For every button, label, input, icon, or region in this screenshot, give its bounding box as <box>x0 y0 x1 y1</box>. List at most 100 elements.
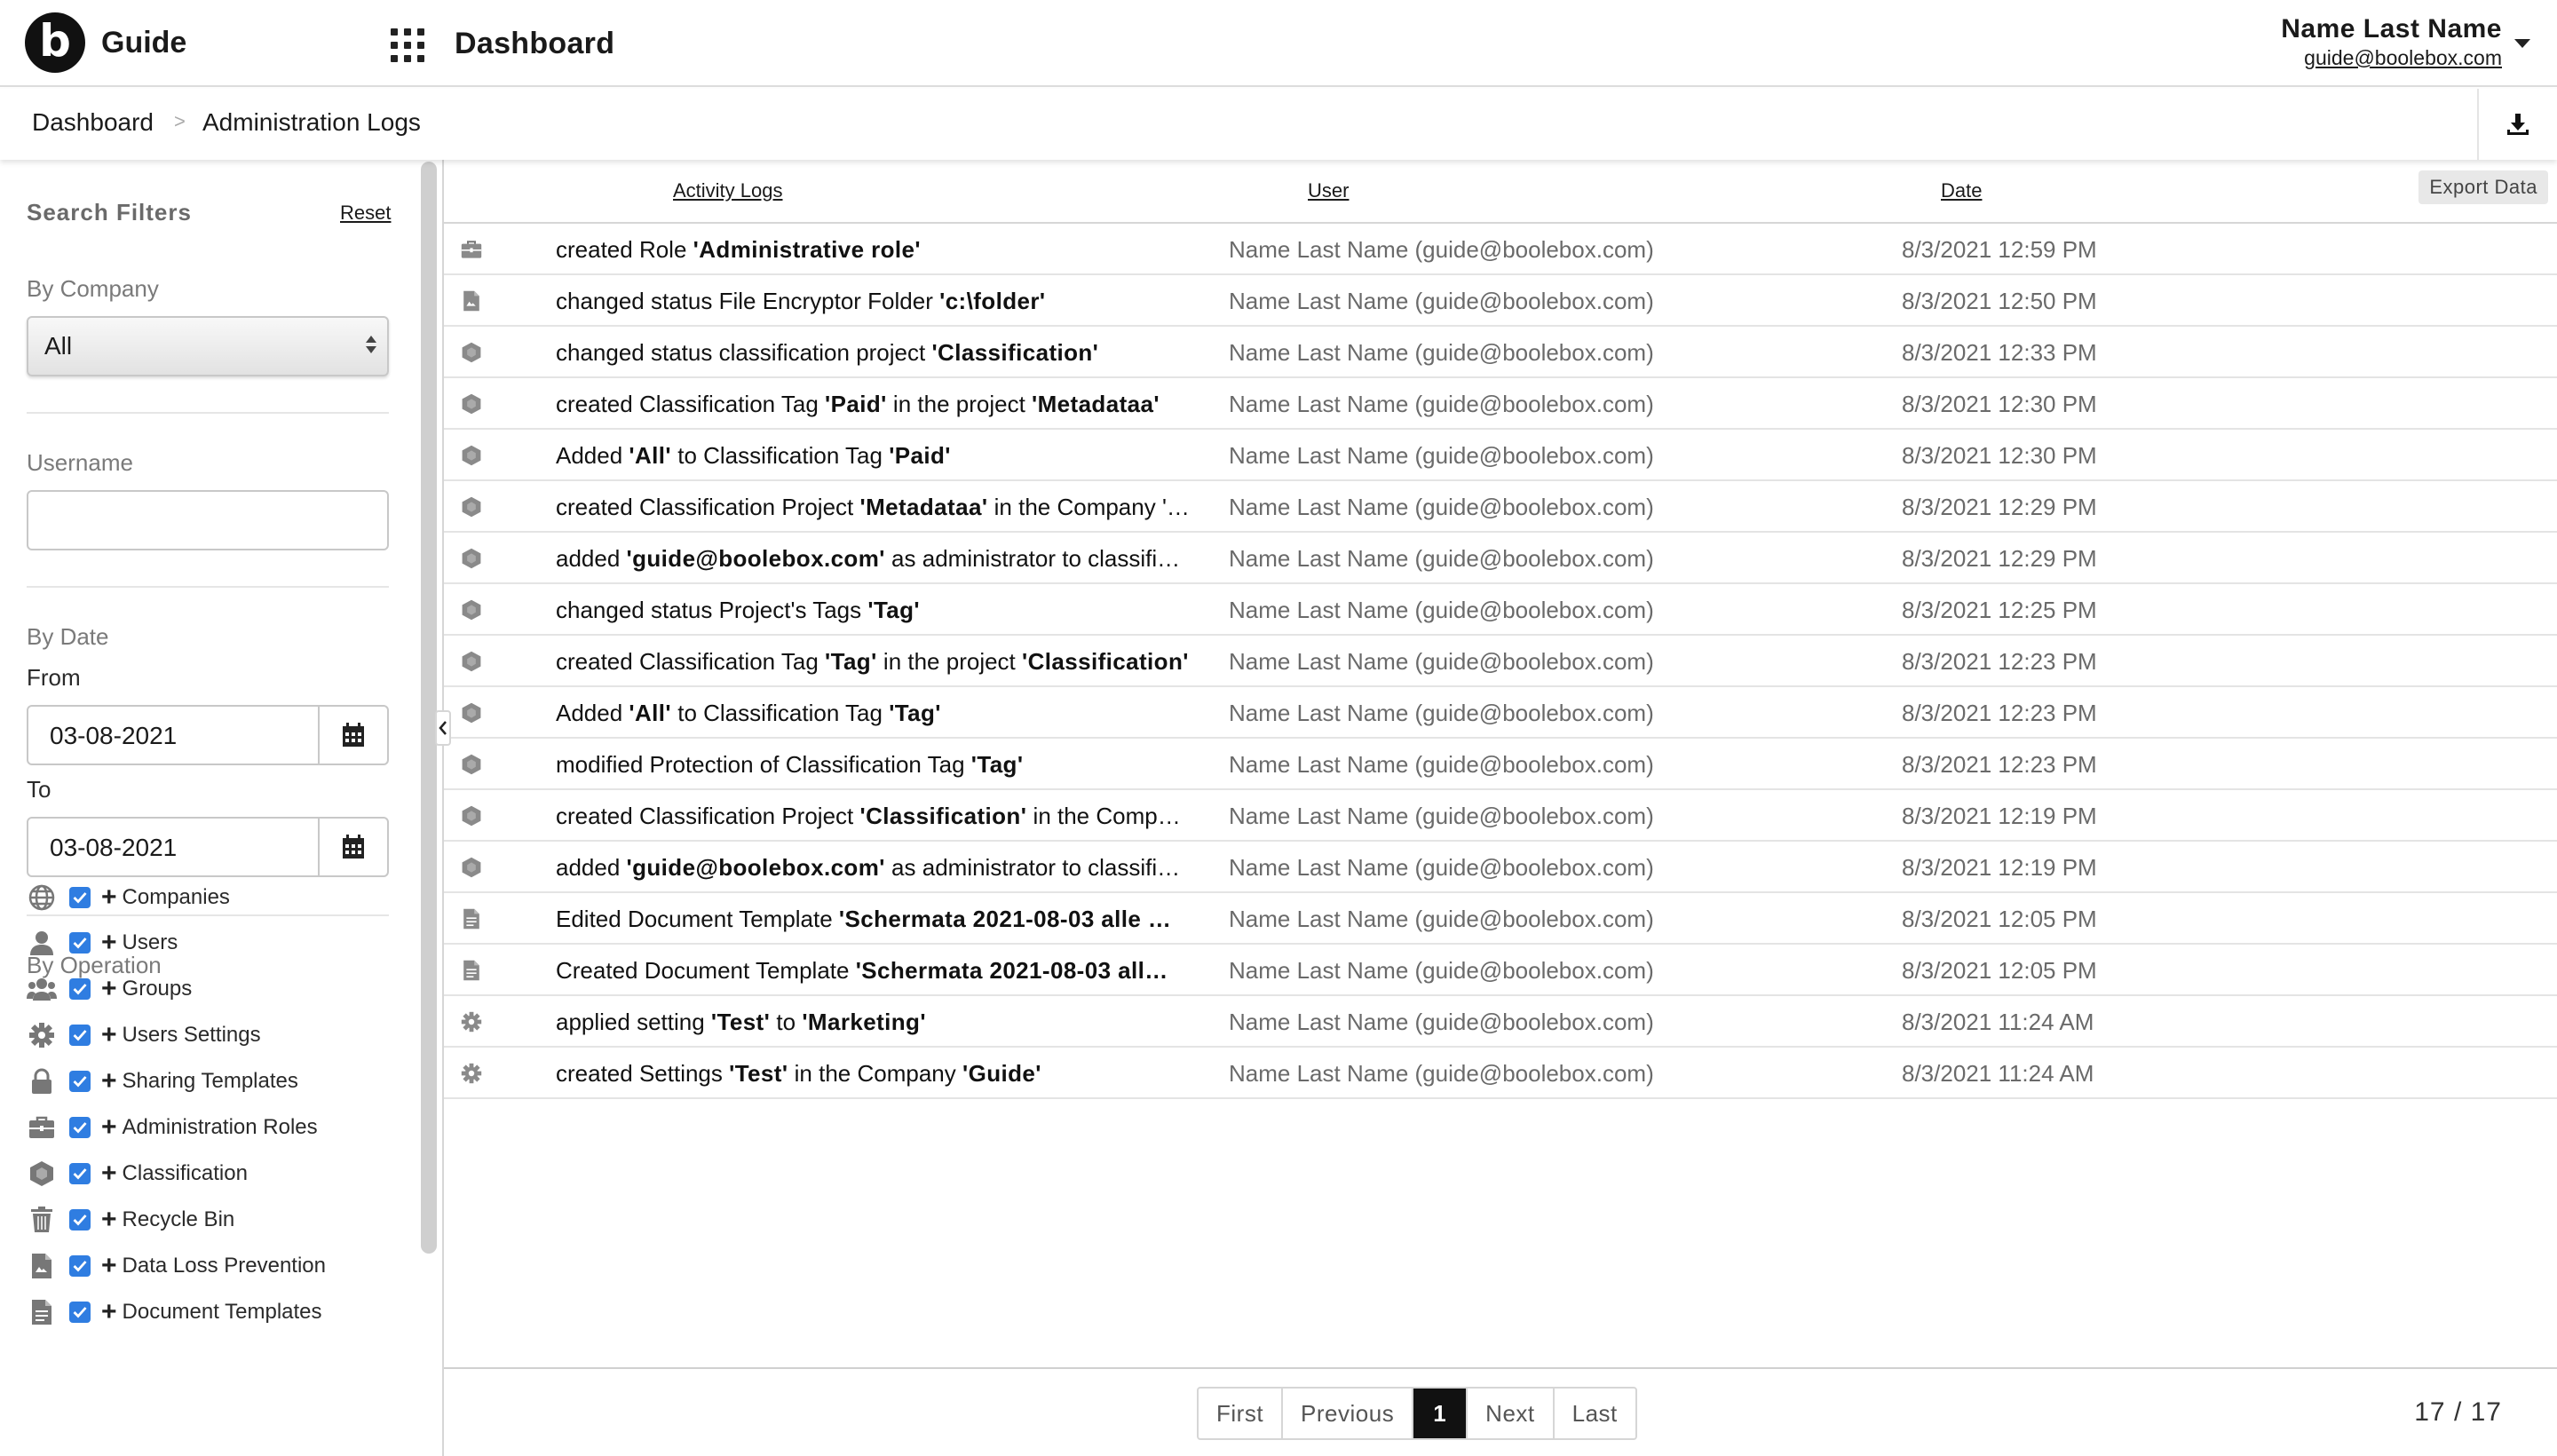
user-menu[interactable]: Name Last Name guide@boolebox.com <box>2281 14 2502 70</box>
to-date-field[interactable]: 03-08-2021 <box>27 817 389 877</box>
chevron-left-icon <box>439 721 447 735</box>
table-row[interactable]: changed status classification project 'C… <box>444 327 2557 378</box>
activity-highlight: 'All' <box>629 442 671 469</box>
activity-fragment: in the Company ' <box>987 494 1167 520</box>
table-row[interactable]: Created Document Template 'Schermata 202… <box>444 945 2557 996</box>
username-input[interactable] <box>27 490 389 550</box>
hexagon-icon <box>458 442 485 469</box>
expand-plus-icon[interactable]: + <box>101 1114 117 1141</box>
date-cell: 8/3/2021 12:23 PM <box>1902 751 2097 778</box>
table-row[interactable]: created Role 'Administrative role' Name L… <box>444 224 2557 275</box>
operation-checkbox[interactable] <box>69 1163 91 1184</box>
last-page-button[interactable]: Last <box>1555 1389 1635 1438</box>
app-name: Guide <box>101 26 187 59</box>
table-row[interactable]: created Classification Project 'Metadata… <box>444 481 2557 533</box>
operation-checkbox[interactable] <box>69 978 91 1000</box>
activity-fragment: added <box>556 545 627 572</box>
activity-fragment: added <box>556 854 627 881</box>
sidebar-scrollbar[interactable] <box>421 162 437 1254</box>
activity-text: modified Protection of Classification Ta… <box>556 751 1191 779</box>
activity-highlight: 'guide@boolebox.com' <box>626 854 885 881</box>
table-row[interactable]: created Classification Tag 'Tag' in the … <box>444 636 2557 687</box>
operation-label: Sharing Templates <box>122 1069 298 1093</box>
activity-highlight: 'Classification' <box>1022 648 1189 675</box>
operation-checkbox[interactable] <box>69 1255 91 1277</box>
column-header-user[interactable]: User <box>1308 179 1349 202</box>
table-row[interactable]: created Settings 'Test' in the Company '… <box>444 1048 2557 1099</box>
expand-plus-icon[interactable]: + <box>101 1160 117 1187</box>
calendar-icon[interactable] <box>318 819 387 875</box>
apps-grid-icon[interactable] <box>391 28 424 62</box>
date-cell: 8/3/2021 12:29 PM <box>1902 545 2097 572</box>
expand-plus-icon[interactable]: + <box>101 930 117 956</box>
document-icon <box>458 957 485 984</box>
table-row[interactable]: created Classification Tag 'Paid' in the… <box>444 378 2557 430</box>
activity-fragment: as administrator to classifica… <box>884 545 1191 572</box>
expand-plus-icon[interactable]: + <box>101 1207 117 1233</box>
expand-plus-icon[interactable]: + <box>101 884 117 911</box>
from-date-value[interactable]: 03-08-2021 <box>28 707 318 764</box>
table-row[interactable]: changed status Project's Tags 'Tag' Name … <box>444 584 2557 636</box>
activity-fragment: Added <box>556 442 629 469</box>
table-row[interactable]: added 'guide@boolebox.com' as administra… <box>444 842 2557 893</box>
activity-highlight: 'Administrative role' <box>693 236 921 263</box>
user-name: Name Last Name <box>2281 14 2502 44</box>
activity-highlight: 'Tag' <box>889 700 941 726</box>
export-button[interactable] <box>2477 89 2557 160</box>
expand-plus-icon[interactable]: + <box>101 1022 117 1048</box>
previous-page-button[interactable]: Previous <box>1283 1389 1414 1438</box>
activity-fragment: applied setting <box>556 1009 711 1035</box>
activity-text: applied setting 'Test' to 'Marketing' <box>556 1009 1191 1036</box>
operation-checkbox[interactable] <box>69 1209 91 1230</box>
reset-link[interactable]: Reset <box>340 202 391 225</box>
activity-text: created Settings 'Test' in the Company '… <box>556 1060 1191 1088</box>
from-date-field[interactable]: 03-08-2021 <box>27 705 389 765</box>
gear-icon <box>458 1009 485 1035</box>
company-select[interactable]: All <box>27 316 389 376</box>
hexagon-icon <box>458 391 485 417</box>
activity-text: Added 'All' to Classification Tag 'Paid' <box>556 442 1191 470</box>
operation-label: Users <box>122 930 178 954</box>
current-page-button[interactable]: 1 <box>1413 1389 1468 1438</box>
breadcrumb-dashboard[interactable]: Dashboard <box>32 108 154 137</box>
table-row[interactable]: Edited Document Template 'Schermata 2021… <box>444 893 2557 945</box>
activity-highlight: 'Paid' <box>889 442 951 469</box>
expand-plus-icon[interactable]: + <box>101 1299 117 1325</box>
to-date-value[interactable]: 03-08-2021 <box>28 819 318 875</box>
date-cell: 8/3/2021 12:29 PM <box>1902 494 2097 520</box>
table-row[interactable]: applied setting 'Test' to 'Marketing' Nam… <box>444 996 2557 1048</box>
expand-plus-icon[interactable]: + <box>101 976 117 1002</box>
table-row[interactable]: modified Protection of Classification Ta… <box>444 739 2557 790</box>
table-row[interactable]: changed status File Encryptor Folder 'c:… <box>444 275 2557 327</box>
user-cell: Name Last Name (guide@boolebox.com) <box>1229 906 1654 932</box>
operation-checkbox[interactable] <box>69 887 91 908</box>
operation-checkbox[interactable] <box>69 1302 91 1323</box>
expand-plus-icon[interactable]: + <box>101 1253 117 1279</box>
operation-filter-item: + Users <box>27 925 178 961</box>
expand-plus-icon[interactable]: + <box>101 1068 117 1095</box>
calendar-icon[interactable] <box>318 707 387 764</box>
chevron-down-icon[interactable] <box>2514 39 2530 48</box>
activity-logs-table: Activity Logs User Date created Role 'Ad… <box>444 160 2557 1367</box>
operation-checkbox[interactable] <box>69 1117 91 1138</box>
activity-fragment: Added <box>556 700 629 726</box>
operation-checkbox[interactable] <box>69 1071 91 1092</box>
boolebox-logo[interactable]: b <box>25 12 85 73</box>
table-row[interactable]: Added 'All' to Classification Tag 'Paid'… <box>444 430 2557 481</box>
table-row[interactable]: added 'guide@boolebox.com' as administra… <box>444 533 2557 584</box>
document-icon <box>458 906 485 932</box>
operation-filter-item: + Document Templates <box>27 1294 322 1330</box>
first-page-button[interactable]: First <box>1199 1389 1284 1438</box>
activity-text: created Classification Project 'Metadata… <box>556 494 1191 521</box>
operation-checkbox[interactable] <box>69 932 91 954</box>
collapse-sidebar-button[interactable] <box>435 710 451 746</box>
next-page-button[interactable]: Next <box>1468 1389 1555 1438</box>
activity-highlight: 'Classification' <box>931 339 1099 366</box>
column-header-activity[interactable]: Activity Logs <box>673 179 783 202</box>
activity-highlight: 'Classification' <box>859 803 1027 829</box>
table-row[interactable]: created Classification Project 'Classifi… <box>444 790 2557 842</box>
operation-checkbox[interactable] <box>69 1025 91 1046</box>
table-row[interactable]: Added 'All' to Classification Tag 'Tag' N… <box>444 687 2557 739</box>
column-header-date[interactable]: Date <box>1941 179 1982 202</box>
user-email[interactable]: guide@boolebox.com <box>2281 46 2502 70</box>
